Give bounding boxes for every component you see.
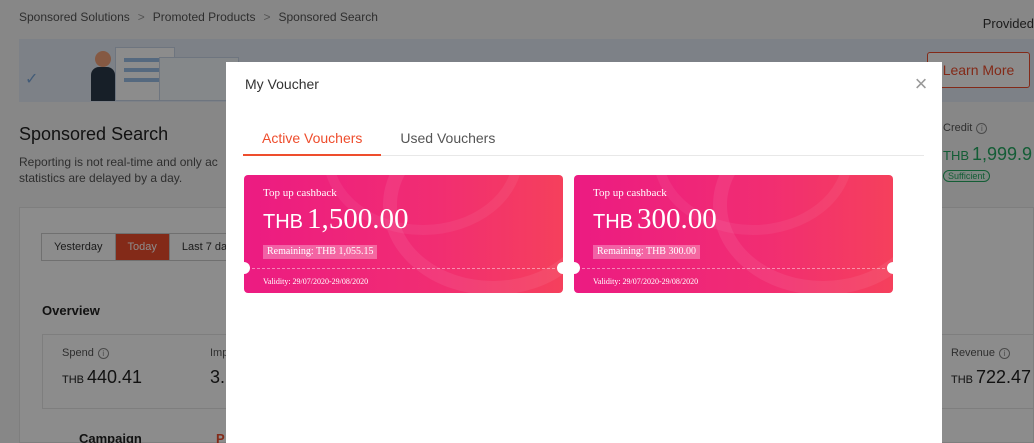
- voucher-type: Top up cashback: [263, 187, 337, 199]
- ticket-notch: [887, 262, 893, 274]
- voucher-remaining: Remaining: THB 300.00: [593, 245, 700, 259]
- voucher-card[interactable]: Top up cashback THB 1,500.00 Remaining: T…: [244, 175, 563, 293]
- voucher-amount: THB 1,500.00: [263, 203, 409, 236]
- voucher-validity: Validity: 29/07/2020-29/08/2020: [263, 277, 369, 286]
- tab-used-vouchers[interactable]: Used Vouchers: [381, 120, 514, 156]
- ticket-notch: [574, 262, 580, 274]
- tab-active-vouchers[interactable]: Active Vouchers: [243, 120, 382, 156]
- voucher-card[interactable]: Top up cashback THB 300.00 Remaining: THB…: [574, 175, 893, 293]
- voucher-amount-value: 1,500.00: [307, 203, 409, 235]
- close-icon[interactable]: ×: [910, 73, 932, 96]
- modal-title: My Voucher: [245, 76, 319, 92]
- currency: THB: [263, 211, 303, 233]
- perforation-line: [252, 268, 555, 269]
- voucher-amount-value: 300.00: [637, 203, 717, 235]
- voucher-validity: Validity: 29/07/2020-29/08/2020: [593, 277, 699, 286]
- ticket-notch: [557, 262, 563, 274]
- voucher-type: Top up cashback: [593, 187, 667, 199]
- currency: THB: [593, 211, 633, 233]
- voucher-modal: My Voucher × Active Vouchers Used Vouche…: [226, 62, 942, 443]
- ticket-notch: [244, 262, 250, 274]
- voucher-tabs: Active Vouchers Used Vouchers: [243, 120, 924, 156]
- voucher-remaining: Remaining: THB 1,055.15: [263, 245, 378, 259]
- perforation-line: [582, 268, 885, 269]
- voucher-amount: THB 300.00: [593, 203, 717, 236]
